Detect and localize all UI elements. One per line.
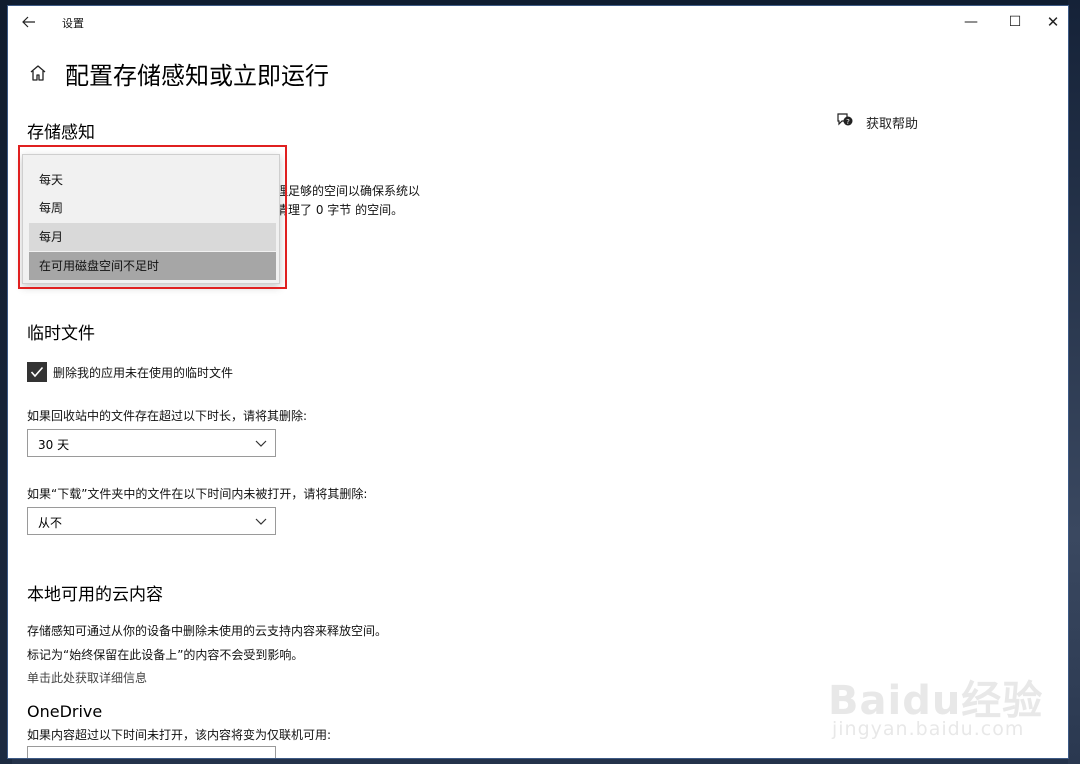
checkmark-icon — [30, 366, 44, 378]
onedrive-label: 如果内容超过以下时间未打开，该内容将变为仅联机可用: — [27, 728, 332, 742]
settings-window: 设置 — ☐ ✕ 配置存储感知或立即运行 ? 获取帮助 存储感知 理足够的空间以… — [8, 6, 1068, 758]
app-title: 设置 — [62, 17, 84, 30]
back-arrow-icon[interactable] — [18, 12, 40, 32]
recycle-bin-select[interactable]: 30 天 — [27, 429, 276, 457]
minimize-button[interactable]: — — [948, 6, 994, 38]
title-bar: 设置 — ☐ ✕ — [8, 6, 1068, 38]
page-title: 配置存储感知或立即运行 — [65, 62, 329, 90]
downloads-select-value: 从不 — [38, 516, 63, 530]
baidu-watermark: Baidu经验 jingyan.baidu.com — [828, 646, 1048, 756]
recycle-bin-label: 如果回收站中的文件存在超过以下时长，请将其删除: — [27, 409, 308, 423]
delete-temp-files-checkbox[interactable] — [27, 362, 47, 382]
downloads-select[interactable]: 从不 — [27, 507, 276, 535]
chevron-down-icon — [255, 518, 267, 525]
onedrive-heading: OneDrive — [27, 702, 103, 721]
cloud-content-description: 存储感知可通过从你的设备中删除未使用的云支持内容来释放空间。 — [27, 624, 388, 638]
temp-files-heading: 临时文件 — [27, 324, 95, 344]
get-help-link[interactable]: 获取帮助 — [866, 113, 918, 132]
help-chat-icon[interactable]: ? — [836, 112, 854, 128]
close-button[interactable]: ✕ — [1030, 6, 1068, 38]
cloud-content-heading: 本地可用的云内容 — [27, 585, 163, 605]
delete-temp-files-label: 删除我的应用未在使用的临时文件 — [53, 366, 234, 380]
onedrive-select[interactable] — [27, 746, 276, 758]
storage-sense-description-line2: 清理了 0 字节 的空间。 — [276, 203, 404, 217]
storage-sense-heading: 存储感知 — [27, 123, 95, 143]
more-info-link[interactable]: 单击此处获取详细信息 — [27, 669, 147, 686]
cloud-content-note: 标记为“始终保留在此设备上”的内容不会受到影响。 — [27, 648, 304, 662]
storage-sense-description-line1: 理足够的空间以确保系统以 — [276, 184, 421, 198]
recycle-bin-select-value: 30 天 — [38, 438, 70, 452]
watermark-url: jingyan.baidu.com — [832, 718, 1025, 740]
svg-text:?: ? — [846, 118, 850, 126]
desktop-background-right — [1068, 0, 1080, 764]
home-icon[interactable] — [28, 63, 48, 83]
downloads-label: 如果“下载”文件夹中的文件在以下时间内未被打开，请将其删除: — [27, 487, 368, 501]
annotation-highlight-box — [18, 145, 287, 289]
chevron-down-icon — [255, 440, 267, 447]
